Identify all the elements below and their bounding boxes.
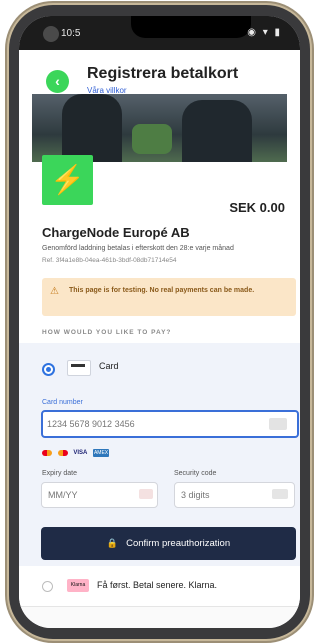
- merchant-logo: ⚡: [42, 155, 93, 205]
- status-icons: ◉ ▾ ▮: [247, 27, 282, 38]
- status-bar: 10:5 ◉ ▾ ▮: [19, 16, 300, 50]
- camera-icon: [43, 26, 59, 42]
- card-payment-section: Card Card number VISA AMEX Expiry date S…: [19, 343, 300, 566]
- card-option-label: Card: [99, 361, 119, 371]
- card-type-icon: [269, 418, 287, 430]
- klarna-radio[interactable]: [42, 581, 53, 592]
- lock-icon: 🔒: [106, 538, 119, 548]
- warning-icon: ⚠: [50, 286, 59, 297]
- credit-card-icon: [67, 360, 91, 376]
- confirm-button-label: Confirm preauthorization: [126, 538, 231, 549]
- test-warning-box: ⚠ This page is for testing. No real paym…: [42, 278, 296, 316]
- page-title: Registrera betalkort: [87, 65, 239, 82]
- confirm-preauthorization-button[interactable]: 🔒 Confirm preauthorization: [41, 527, 296, 560]
- amount-label: SEK 0.00: [229, 200, 285, 215]
- status-time: 10:5: [61, 28, 81, 39]
- maestro-icon: [57, 450, 68, 456]
- foliage: [132, 124, 172, 154]
- card-radio[interactable]: [42, 363, 55, 376]
- mastercard-icon: [42, 450, 52, 456]
- security-code-label: Security code: [174, 470, 217, 477]
- lightning-icon: ⚡: [50, 164, 85, 195]
- expiry-label: Expiry date: [42, 470, 78, 477]
- card-number-label: Card number: [42, 399, 83, 406]
- merchant-name: ChargeNode Europé AB: [42, 225, 190, 240]
- warning-text: This page is for testing. No real paymen…: [69, 287, 255, 294]
- calendar-card-icon: [139, 489, 153, 499]
- card-brands: VISA AMEX: [42, 449, 113, 457]
- visa-icon: VISA: [73, 450, 88, 456]
- back-button[interactable]: ‹: [46, 70, 69, 93]
- notch: [131, 16, 251, 38]
- person-silhouette: [182, 100, 252, 162]
- klarna-label: Få først. Betal senere. Klarna.: [97, 580, 218, 590]
- hero-image: [32, 94, 287, 162]
- bottom-bar: [19, 606, 300, 628]
- card-number-input[interactable]: [41, 410, 299, 438]
- cvc-card-icon: [272, 489, 288, 499]
- amex-icon: AMEX: [93, 449, 110, 457]
- klarna-logo-icon: Klarna: [67, 579, 89, 592]
- reference-id: Ref. 3f4a1e8b-04ea-461b-3bdf-08db71714e5…: [42, 257, 177, 264]
- person-silhouette: [62, 94, 122, 162]
- arrow-left-icon: ‹: [55, 73, 60, 89]
- payment-method-heading: HOW WOULD YOU LIKE TO PAY?: [42, 329, 172, 336]
- phone-screen: 10:5 ◉ ▾ ▮ ‹ Registrera betalkort Våra v…: [19, 16, 300, 628]
- klarna-option[interactable]: Klarna Få først. Betal senere. Klarna.: [19, 566, 300, 606]
- merchant-description: Genomförd laddning betalas i efterskott …: [42, 245, 234, 252]
